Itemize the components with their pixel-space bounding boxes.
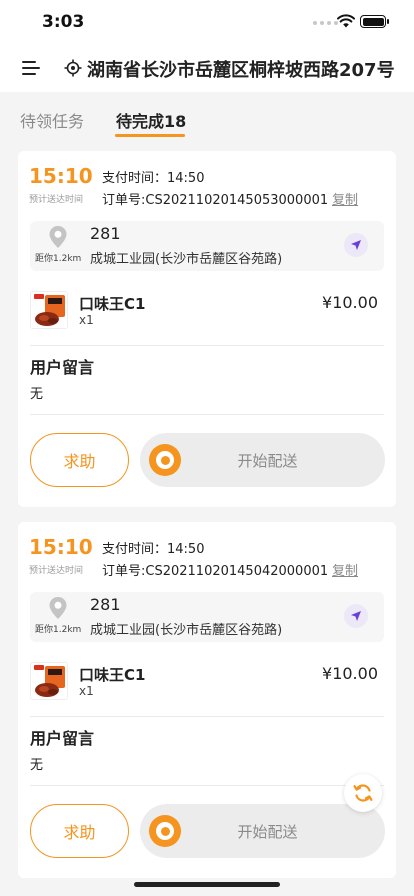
- product-row: 口味王C1 x1 ¥10.00: [30, 662, 384, 702]
- menu-icon[interactable]: [20, 58, 42, 78]
- map-pin-icon: [49, 226, 67, 248]
- delivery-address-box[interactable]: 距你1.2km 281 成城工业园(长沙市岳麓区谷苑路): [30, 592, 384, 642]
- tab-to-complete[interactable]: 待完成18: [116, 108, 186, 132]
- pay-time: 支付时间：14:50: [102, 171, 205, 186]
- product-name: 口味王C1: [79, 666, 146, 684]
- copy-order-button[interactable]: 复制: [332, 560, 358, 579]
- active-tab-indicator: [115, 134, 185, 137]
- product-price: ¥10.00: [322, 664, 378, 683]
- divider: [30, 345, 384, 346]
- pay-time: 支付时间：14:50: [102, 542, 205, 557]
- start-delivery-slider[interactable]: 开始配送: [140, 804, 385, 858]
- delivery-time-label: 预计送达时间: [29, 195, 84, 205]
- refresh-icon: [353, 784, 373, 802]
- refresh-button[interactable]: [344, 774, 382, 812]
- delivery-time: 15:10: [29, 535, 93, 559]
- order-card: 15:10 预计送达时间 支付时间：14:50 订单号:CS2021102014…: [18, 151, 396, 507]
- navigation-arrow-icon: [351, 611, 361, 621]
- signal-dots-icon: [313, 21, 338, 25]
- delivery-address: 成城工业园(长沙市岳麓区谷苑路): [90, 252, 283, 267]
- order-number: 订单号:CS20211020145053000001: [102, 193, 329, 208]
- user-message-title: 用户留言: [30, 358, 95, 377]
- user-message-title: 用户留言: [30, 729, 95, 748]
- current-address[interactable]: 湖南省长沙市岳麓区桐梓坡西路207号: [87, 56, 395, 82]
- navigate-button[interactable]: [344, 604, 368, 628]
- help-button[interactable]: 求助: [30, 804, 129, 858]
- map-pin-icon: [49, 597, 67, 619]
- product-quantity: x1: [79, 684, 94, 698]
- distance-label: 距你1.2km: [35, 254, 82, 264]
- distance-label: 距你1.2km: [35, 625, 82, 635]
- order-number: 订单号:CS20211020145042000001: [102, 564, 329, 579]
- start-delivery-label: 开始配送: [237, 823, 298, 841]
- start-delivery-slider[interactable]: 开始配送: [140, 433, 385, 487]
- top-navbar: 湖南省长沙市岳麓区桐梓坡西路207号: [0, 44, 414, 92]
- tab-pending-tasks[interactable]: 待领任务: [20, 108, 84, 132]
- delivery-address-box[interactable]: 距你1.2km 281 成城工业园(长沙市岳麓区谷苑路): [30, 221, 384, 271]
- product-price: ¥10.00: [322, 293, 378, 312]
- status-bar: 3:03: [0, 0, 414, 44]
- navigate-button[interactable]: [344, 233, 368, 257]
- delivery-time-label: 预计送达时间: [29, 566, 84, 576]
- delivery-time: 15:10: [29, 164, 93, 188]
- product-image: [30, 291, 68, 329]
- room-number: 281: [90, 224, 121, 243]
- product-name: 口味王C1: [79, 295, 146, 313]
- copy-order-button[interactable]: 复制: [332, 189, 358, 208]
- task-tabs: 待领任务 待完成18: [0, 100, 414, 140]
- home-indicator: [134, 882, 280, 887]
- room-number: 281: [90, 595, 121, 614]
- battery-icon: [360, 15, 389, 28]
- status-time: 3:03: [42, 12, 85, 32]
- product-quantity: x1: [79, 313, 94, 327]
- user-message-text: 无: [30, 387, 44, 402]
- location-target-icon: [64, 59, 82, 77]
- delivery-address: 成城工业园(长沙市岳麓区谷苑路): [90, 623, 283, 638]
- start-delivery-label: 开始配送: [237, 452, 298, 470]
- wifi-icon: [337, 14, 355, 28]
- divider: [30, 785, 384, 786]
- divider: [30, 414, 384, 415]
- order-card: 15:10 预计送达时间 支付时间：14:50 订单号:CS2021102014…: [18, 522, 396, 878]
- navigation-arrow-icon: [351, 240, 361, 250]
- divider: [30, 716, 384, 717]
- product-image: [30, 662, 68, 700]
- product-row: 口味王C1 x1 ¥10.00: [30, 291, 384, 331]
- user-message-text: 无: [30, 758, 44, 773]
- help-button[interactable]: 求助: [30, 433, 129, 487]
